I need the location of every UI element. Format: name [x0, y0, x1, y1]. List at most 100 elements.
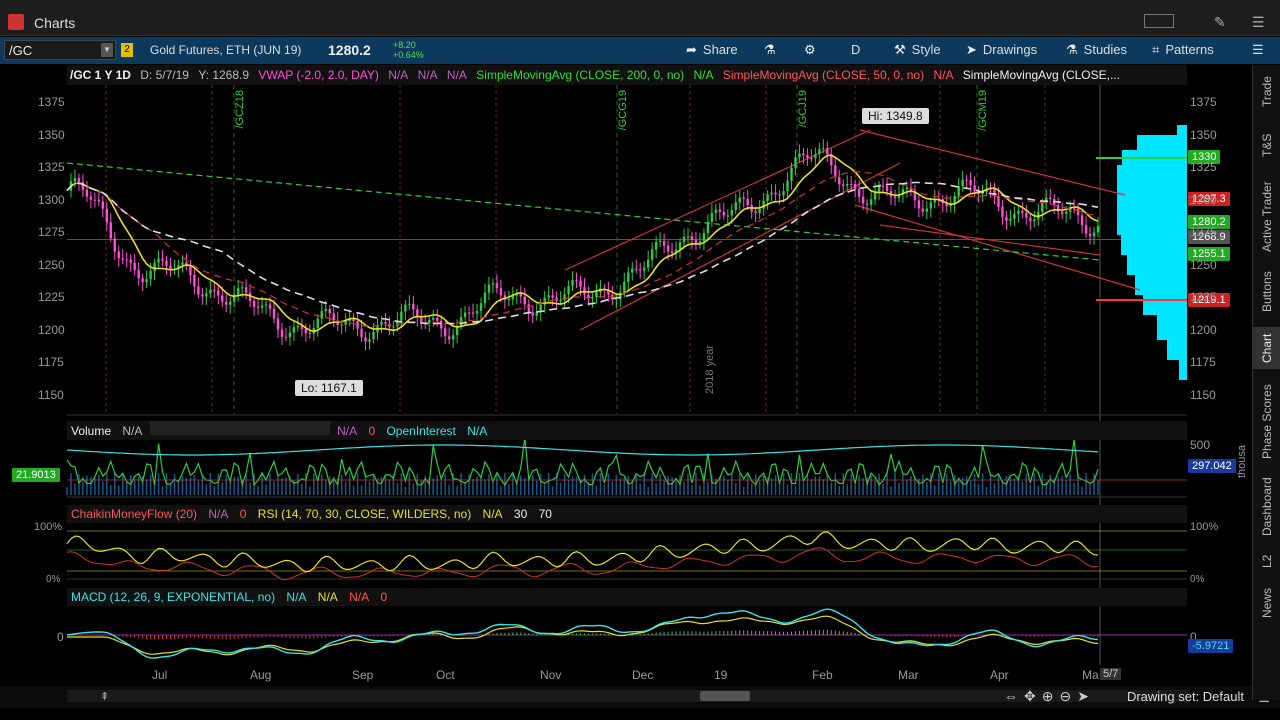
price-axis-right-label: 1225 — [1190, 290, 1217, 304]
crosshair-icon[interactable]: ✥ — [1024, 688, 1042, 704]
cmf-label[interactable]: ChaikinMoneyFlow (20) — [67, 505, 201, 523]
candle-body — [117, 251, 120, 259]
candle-body — [141, 278, 144, 283]
style-button[interactable]: ⚒ Style — [894, 42, 941, 58]
maximize-icon[interactable] — [1144, 14, 1174, 28]
openinterest-na: N/A — [467, 424, 488, 438]
collapse-icon[interactable]: ⇞ — [100, 690, 109, 703]
chevron-down-icon[interactable]: ▼ — [101, 43, 113, 57]
zoom-controls: ⇔✥⊕⊖➤ — [1004, 688, 1095, 705]
candle-body — [627, 272, 630, 282]
sma50-study[interactable]: SimpleMovingAvg (CLOSE, 50, 0, no) — [720, 65, 927, 85]
candle-body — [328, 308, 331, 314]
candle-body — [372, 331, 375, 340]
sma-study-3[interactable]: SimpleMovingAvg (CLOSE,... — [960, 65, 1123, 85]
patterns-button[interactable]: ⌗ Patterns — [1152, 42, 1214, 58]
sidebar-tab-l[interactable]: L2 — [1253, 547, 1280, 575]
redacted-study — [149, 421, 330, 435]
studies-button[interactable]: ⚗ Studies — [1066, 42, 1127, 58]
sidebar-tab-activetrader[interactable]: Active Trader — [1253, 177, 1280, 257]
candle-body — [487, 284, 491, 293]
sidebar-tab-trade[interactable]: Trade — [1253, 71, 1280, 113]
pin-icon[interactable]: ✎ — [1214, 14, 1226, 31]
price-axis-left-label: 1275 — [38, 225, 65, 239]
price-axis-left-label: 1325 — [38, 160, 65, 174]
aggregation-button[interactable]: D — [851, 42, 860, 57]
toolbar-menu-icon[interactable]: ☰ — [1252, 42, 1264, 58]
candle-body — [113, 238, 116, 252]
candle-body — [885, 186, 889, 192]
candle-body — [798, 153, 801, 158]
period-label: /GC 1 Y 1D — [70, 68, 131, 82]
cursor-tool-icon[interactable]: ➤ — [1077, 688, 1095, 704]
candle-body — [507, 299, 511, 301]
sma200-study[interactable]: SimpleMovingAvg (CLOSE, 200, 0, no) — [473, 65, 687, 85]
candle-body — [479, 303, 483, 311]
x-axis-label: Jul — [152, 668, 168, 682]
candle-body — [280, 329, 284, 337]
price-axis-right-label: 1350 — [1190, 127, 1217, 142]
volume-label[interactable]: Volume — [67, 422, 115, 440]
candle-body — [1017, 210, 1020, 214]
candle-body — [615, 299, 618, 301]
candle-body — [794, 157, 797, 168]
candle-body — [1072, 208, 1076, 210]
candle-body — [698, 241, 702, 244]
vwap-na: N/A — [388, 68, 409, 82]
chart-toolbar: /GC ▼ 2 Gold Futures, ETH (JUN 19) 1280.2… — [0, 37, 1280, 64]
openinterest-label[interactable]: OpenInterest — [382, 422, 459, 440]
candle-body — [324, 308, 327, 311]
candle-body — [658, 241, 662, 243]
candle-body — [802, 153, 805, 156]
symbol-input[interactable]: /GC ▼ — [4, 40, 116, 60]
candle-body — [1060, 211, 1064, 214]
candle-body — [447, 336, 451, 340]
candle-body — [1045, 197, 1048, 203]
macd-na-2: N/A — [317, 590, 338, 604]
sidebar-tab-buttons[interactable]: Buttons — [1253, 265, 1280, 319]
candle-body — [392, 326, 395, 328]
candle-body — [471, 312, 475, 314]
macd-label[interactable]: MACD (12, 26, 9, EXPONENTIAL, no) — [67, 588, 279, 606]
rsi-label[interactable]: RSI (14, 70, 30, CLOSE, WILDERS, no) — [254, 505, 475, 523]
link-badge[interactable]: 2 — [121, 43, 133, 57]
vwap-study[interactable]: VWAP (-2.0, 2.0, DAY) — [255, 65, 381, 85]
candle-body — [1049, 197, 1052, 199]
settings-button[interactable]: ⚙ — [804, 42, 822, 58]
candle-body — [790, 167, 793, 181]
candle-body — [893, 196, 897, 198]
drawing-set-label[interactable]: Drawing set: Default — [1127, 689, 1244, 704]
x-axis-label: Feb — [812, 668, 833, 682]
zoom-in-icon[interactable]: ⊕ — [1042, 688, 1060, 704]
volume-left-tag: 21.9013 — [12, 468, 60, 482]
candle-body — [842, 184, 845, 186]
pan-icon[interactable]: ⇔ — [1004, 688, 1024, 704]
candle-body — [1096, 225, 1100, 233]
sidebar-tab-dashboard[interactable]: Dashboard — [1253, 475, 1280, 539]
candle-body — [217, 290, 220, 296]
sidebar-tab-chart[interactable]: Chart — [1253, 327, 1280, 369]
flask-button[interactable]: ⚗ — [764, 42, 782, 58]
candle-body — [221, 295, 224, 302]
candle-body — [643, 267, 646, 271]
candle-body — [73, 178, 77, 182]
candle-body — [690, 236, 694, 240]
rsi-70: 70 — [538, 507, 552, 521]
drawings-button[interactable]: ➤ Drawings — [966, 42, 1037, 58]
contract-label: /GCG19 — [617, 90, 629, 131]
zoom-out-icon[interactable]: ⊖ — [1059, 688, 1077, 704]
sidebar-tab-phasescores[interactable]: Phase Scores — [1253, 377, 1280, 467]
sidebar-tab-ts[interactable]: T&S — [1253, 121, 1280, 169]
sidebar-tab-news[interactable]: News — [1253, 583, 1280, 623]
macd-zero: 0 — [380, 590, 388, 604]
share-button[interactable]: ➦ Share — [686, 42, 738, 58]
scrollbar-thumb[interactable] — [700, 691, 750, 701]
candle-body — [93, 199, 97, 201]
candle-body — [432, 317, 435, 320]
candle-body — [360, 328, 363, 338]
menu-icon[interactable]: ☰ — [1252, 14, 1265, 31]
price-axis-left-label: 1225 — [38, 290, 65, 304]
candle-body — [368, 339, 371, 342]
volume-legend: Volume N/A N/A 0 OpenInterest N/A — [67, 421, 1187, 440]
candle-body — [483, 292, 487, 304]
